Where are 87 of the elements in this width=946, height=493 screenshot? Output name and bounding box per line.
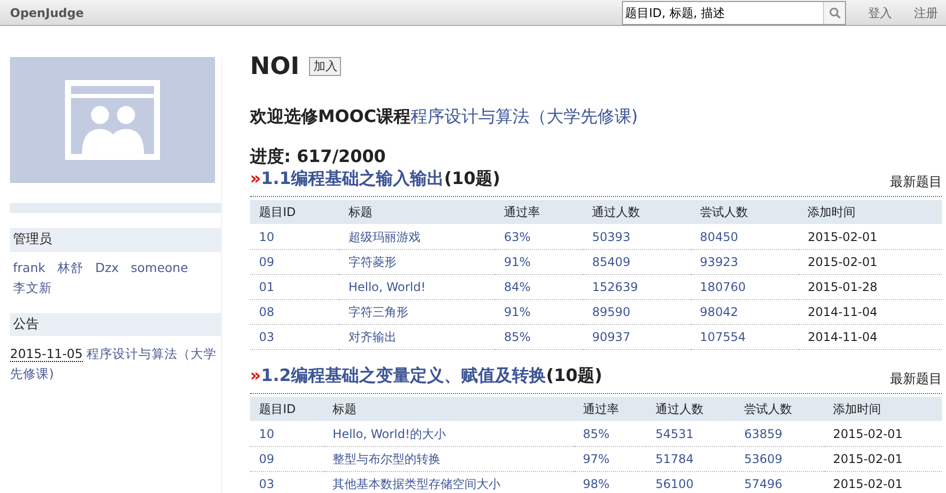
admin-link[interactable]: frank <box>13 260 46 274</box>
table-cell: 180760 <box>690 274 799 300</box>
table-cell[interactable]: 字符菱形 <box>339 249 495 274</box>
search-button[interactable] <box>823 2 845 24</box>
progress-text: 进度: 617/2000 <box>250 148 387 167</box>
table-cell: 2015-02-01 <box>824 446 942 472</box>
admin-link[interactable]: someone <box>130 260 188 274</box>
table-cell: 2015-02-01 <box>824 421 942 446</box>
table-cell[interactable]: 字符三角形 <box>339 299 495 324</box>
problem-count: (10题) <box>444 168 500 189</box>
table-cell: 53609 <box>735 446 824 472</box>
table-cell: 85% <box>574 421 646 446</box>
latest-problems-link[interactable]: 最新题目 <box>890 172 942 192</box>
column-header: 题目ID <box>250 397 324 422</box>
notice-item[interactable]: 2015-11-05 程序设计与算法（大学先修课) <box>10 336 221 384</box>
nav-link[interactable]: 登入 <box>868 4 892 22</box>
admin-link[interactable]: 李文新 <box>13 280 52 294</box>
table-cell: 54531 <box>646 421 736 446</box>
table-cell: 85% <box>494 324 584 350</box>
table-cell[interactable]: 03 <box>250 471 324 493</box>
welcome-text: 欢迎选修MOOC课程 <box>250 106 410 127</box>
section-title-link[interactable]: 1.1编程基础之输入输出 <box>260 168 444 189</box>
search-icon <box>828 7 840 19</box>
latest-problems-link[interactable]: 最新题目 <box>890 370 942 390</box>
column-header: 通过人数 <box>583 200 691 224</box>
section-heading: 管理员 <box>10 228 221 252</box>
table-cell: 2015-01-28 <box>798 274 942 300</box>
table-cell[interactable]: 超级玛丽游戏 <box>339 224 495 250</box>
column-header: 通过人数 <box>646 397 736 422</box>
table-cell[interactable]: 10 <box>250 421 324 446</box>
column-header: 尝试人数 <box>690 200 799 224</box>
table-cell[interactable]: 整型与布尔型的转换 <box>324 446 574 472</box>
table-cell[interactable]: 其他基本数据类型存储空间大小 <box>324 471 574 493</box>
column-header: 尝试人数 <box>735 397 824 422</box>
section-marker: » <box>250 168 261 189</box>
table-cell: 2015-02-01 <box>798 224 942 250</box>
search-field[interactable]: 题目ID, 标题, 描述 <box>622 1 846 25</box>
table-cell: 50393 <box>583 224 691 250</box>
site-logo[interactable]: OpenJudge <box>10 4 84 22</box>
table-cell: 63% <box>494 224 584 250</box>
table-cell[interactable]: 01 <box>250 274 340 300</box>
table-cell: 93923 <box>690 249 799 274</box>
column-header: 通过率 <box>494 200 584 224</box>
table-cell[interactable]: 对齐输出 <box>339 324 495 350</box>
table-cell: 2014-11-04 <box>798 299 942 324</box>
table-cell: 90937 <box>583 324 691 350</box>
table-cell: 57496 <box>735 471 824 493</box>
table-cell[interactable]: 10 <box>250 224 340 250</box>
group-title: NOI <box>250 52 300 81</box>
column-header: 标题 <box>324 397 574 422</box>
section-marker: » <box>250 366 261 386</box>
section-title-link[interactable]: 1.2编程基础之变量定义、赋值及转换 <box>260 366 546 386</box>
table-cell: 152639 <box>583 274 691 300</box>
table-cell: 91% <box>494 299 584 324</box>
column-header: 题目ID <box>250 200 340 224</box>
table-cell: 91% <box>494 249 584 274</box>
table-cell: 51784 <box>646 446 736 472</box>
table-cell: 2015-02-01 <box>824 471 942 493</box>
column-header: 添加时间 <box>798 200 942 224</box>
nav-link[interactable]: 注册 <box>914 4 938 22</box>
table-cell: 84% <box>494 274 584 300</box>
admin-link[interactable]: Dzx <box>95 260 119 274</box>
section-heading: 公告 <box>10 312 221 336</box>
table-cell: 80450 <box>690 224 799 250</box>
column-header: 标题 <box>339 200 495 224</box>
table-cell[interactable]: 09 <box>250 446 324 472</box>
table-cell[interactable]: 08 <box>250 299 340 324</box>
table-cell[interactable]: 03 <box>250 324 340 350</box>
table-cell: 97% <box>574 446 646 472</box>
table-cell: 85409 <box>583 249 691 274</box>
table-cell: 63859 <box>735 421 824 446</box>
table-cell[interactable]: 09 <box>250 249 340 274</box>
column-header: 添加时间 <box>824 397 942 422</box>
table-cell: 98042 <box>690 299 799 324</box>
column-header: 通过率 <box>574 397 646 422</box>
table-cell: 89590 <box>583 299 691 324</box>
admin-link[interactable]: 林舒 <box>57 260 84 274</box>
table-cell: 107554 <box>690 324 799 350</box>
table-cell: 2015-02-01 <box>798 249 942 274</box>
table-cell: 56100 <box>646 471 736 493</box>
join-button[interactable]: 加入 <box>309 57 342 76</box>
table-cell: 2014-11-04 <box>798 324 942 350</box>
table-cell[interactable]: Hello, World!的大小 <box>324 421 574 446</box>
course-link[interactable]: 程序设计与算法（大学先修课) <box>410 106 638 127</box>
problem-count: (10题) <box>546 366 602 386</box>
table-cell: 98% <box>574 471 646 493</box>
table-cell[interactable]: Hello, World! <box>339 274 495 300</box>
